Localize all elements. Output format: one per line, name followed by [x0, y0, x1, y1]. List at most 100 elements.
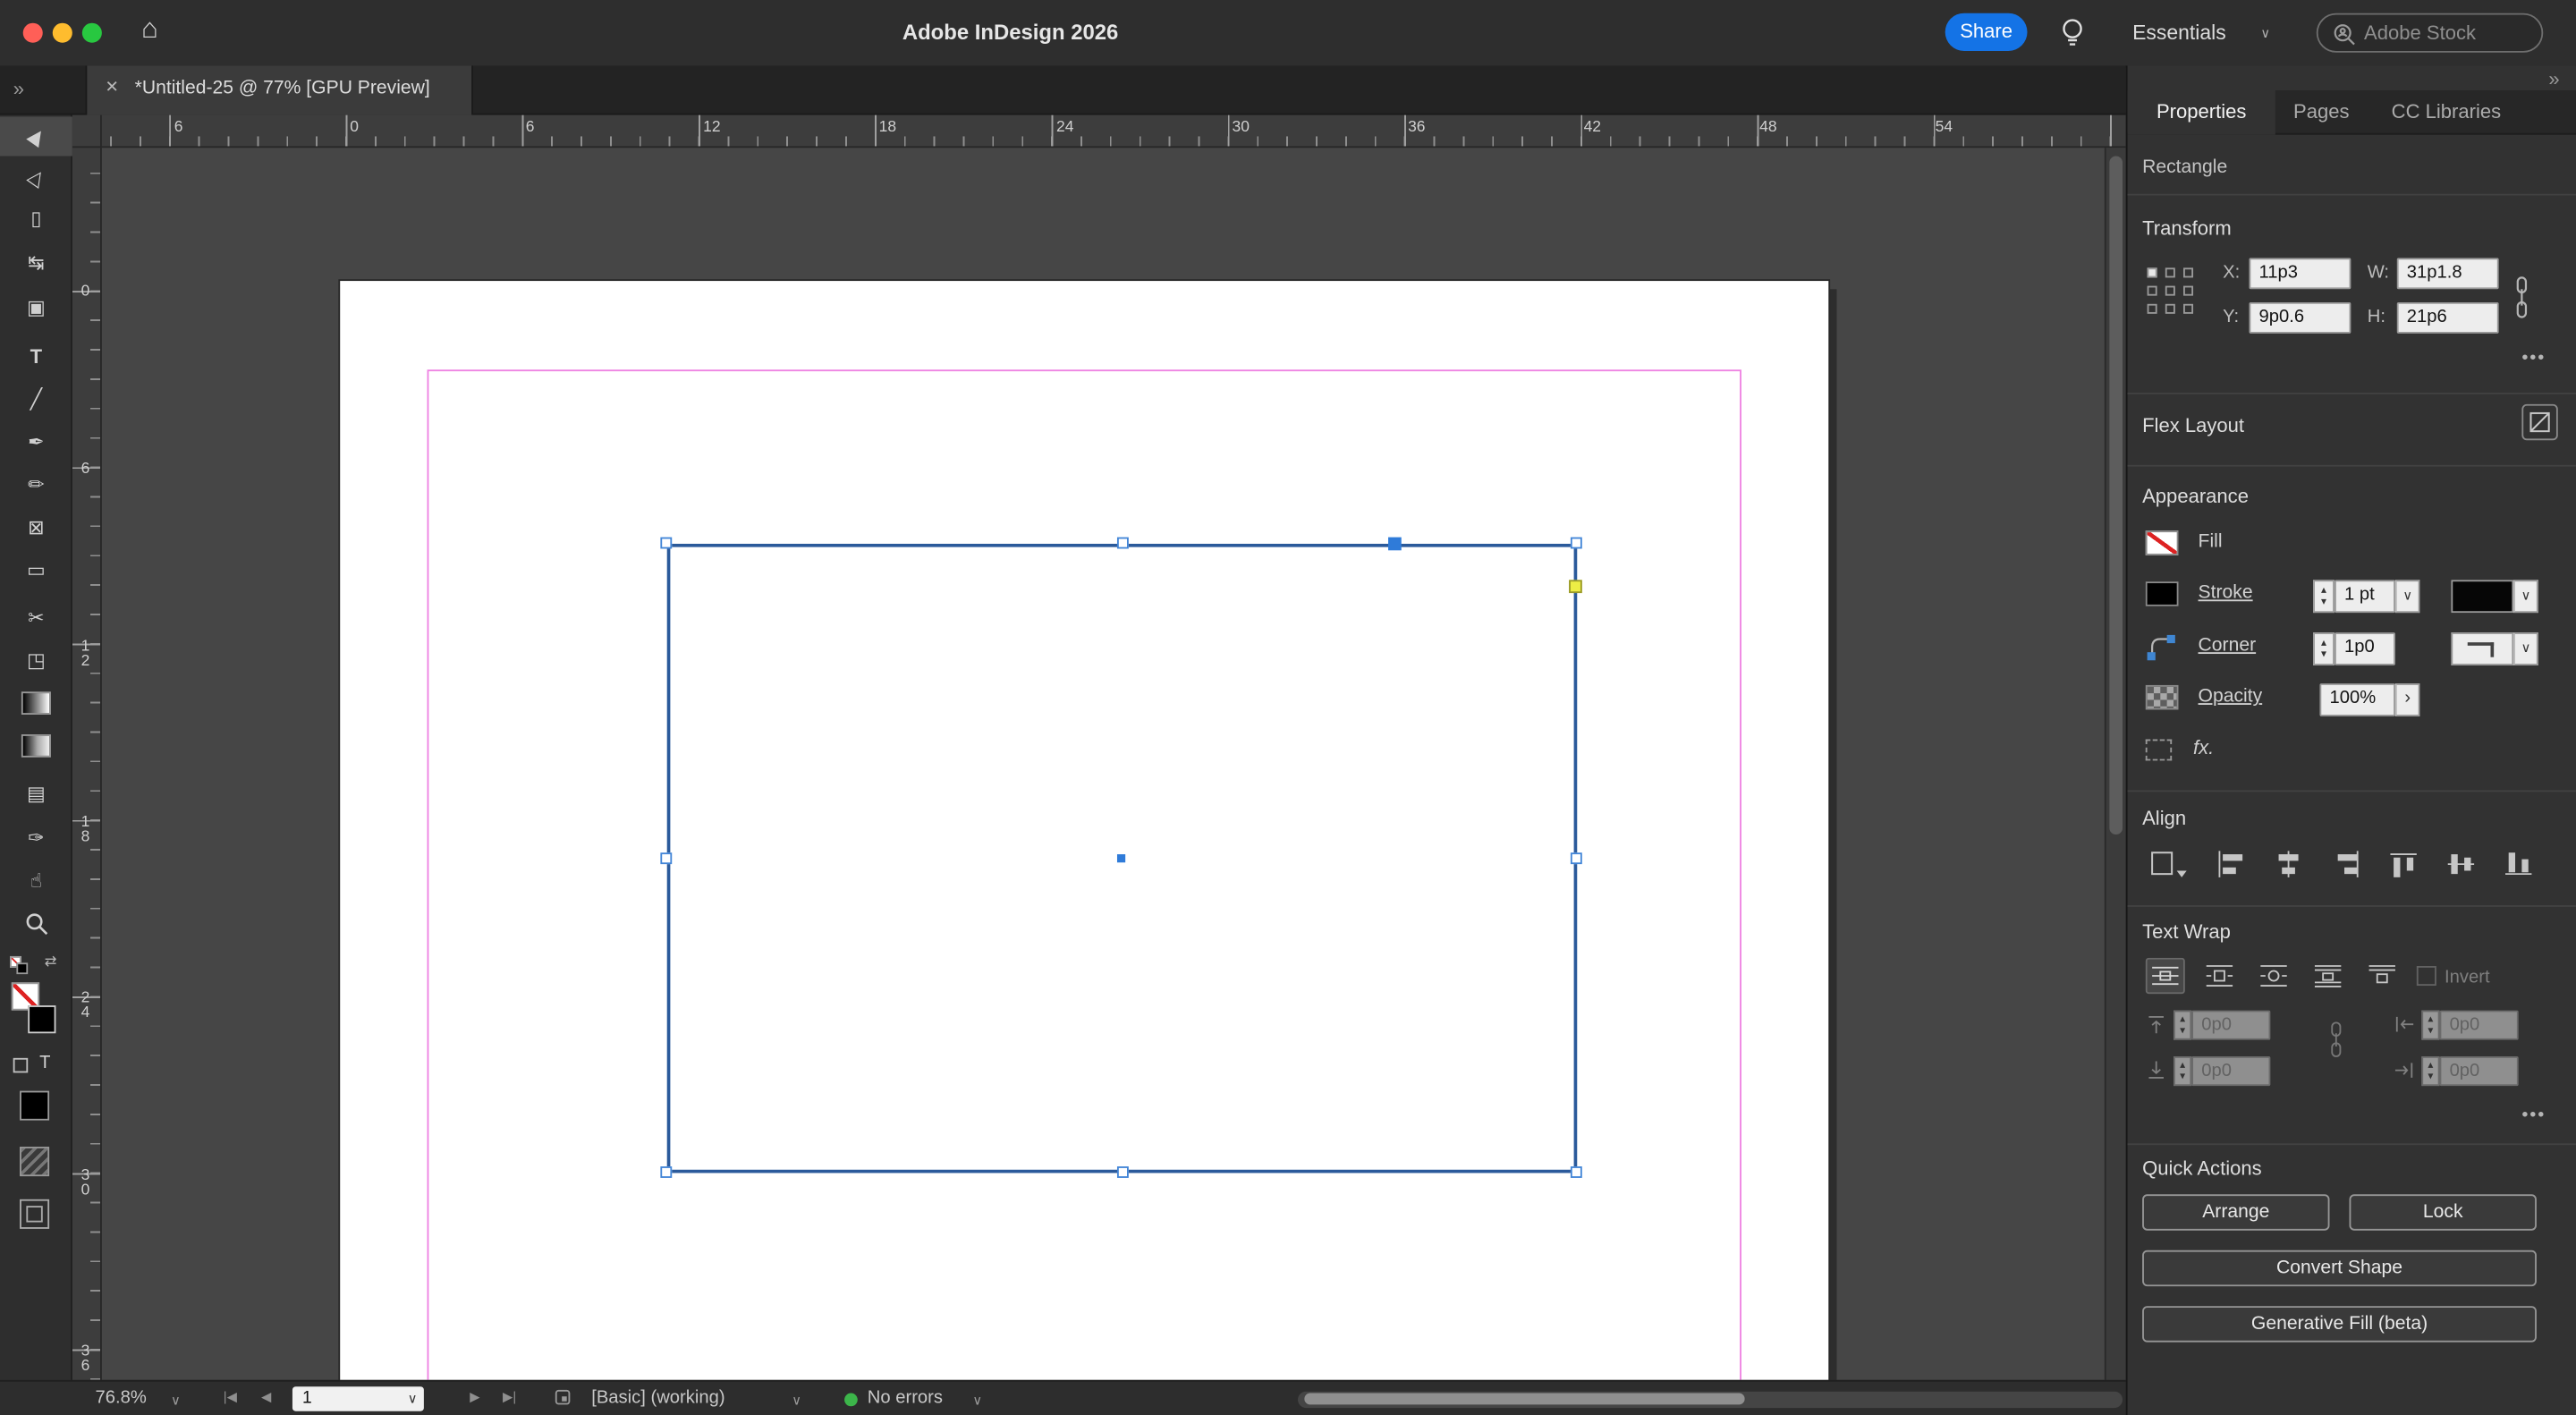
- formatting-affects-text-button[interactable]: T: [39, 1053, 50, 1072]
- x-field[interactable]: 11p3: [2249, 258, 2351, 290]
- tab-properties[interactable]: Properties: [2127, 90, 2275, 135]
- last-page-button[interactable]: ▶|: [503, 1390, 516, 1405]
- width-field[interactable]: 31p1.8: [2396, 258, 2499, 290]
- canvas-vertical-scrollbar[interactable]: [2104, 148, 2126, 1380]
- convert-shape-button[interactable]: Convert Shape: [2142, 1250, 2537, 1287]
- gradient-feather-tool[interactable]: [0, 726, 72, 766]
- wrap-jump-to-next-column-button[interactable]: [2362, 958, 2402, 994]
- gradient-tool[interactable]: [0, 683, 72, 723]
- opacity-link[interactable]: Opacity: [2199, 687, 2263, 707]
- zoom-level[interactable]: 76.8%: [96, 1388, 147, 1408]
- selection-handle-middle-right[interactable]: [1570, 852, 1582, 865]
- content-collector-tool[interactable]: ▣: [0, 287, 72, 326]
- selection-handle-top-center[interactable]: [1116, 537, 1129, 549]
- pencil-tool[interactable]: ✏: [0, 465, 72, 504]
- vertical-ruler[interactable]: 0 6 1 2 1 8 2 4 3 0 3 6: [72, 148, 102, 1380]
- selection-tool[interactable]: ▶: [0, 116, 72, 157]
- wrap-jump-object-button[interactable]: [2309, 958, 2348, 994]
- ruler-corner[interactable]: [72, 114, 102, 148]
- previous-page-button[interactable]: ◀: [261, 1390, 271, 1405]
- panel-collapse-icon[interactable]: »: [2548, 67, 2559, 90]
- zoom-chevron-icon[interactable]: ∨: [171, 1394, 181, 1409]
- zoom-tool[interactable]: [0, 903, 72, 943]
- align-vertical-center-button[interactable]: [2445, 850, 2478, 879]
- apply-color-button[interactable]: [20, 1090, 50, 1121]
- fill-label[interactable]: Fill: [2199, 532, 2223, 552]
- free-transform-tool[interactable]: ◳: [0, 640, 72, 680]
- left-dock-collapse-icon[interactable]: »: [13, 77, 24, 100]
- default-fill-stroke-icon[interactable]: [10, 955, 29, 975]
- stroke-link[interactable]: Stroke: [2199, 583, 2253, 603]
- bottom-offset-field[interactable]: 0p0: [2191, 1056, 2271, 1087]
- align-horizontal-center-button[interactable]: [2272, 850, 2305, 879]
- preflight-profile[interactable]: [Basic] (working): [591, 1388, 724, 1408]
- stroke-style-swatch[interactable]: [2451, 580, 2514, 614]
- tab-close-icon[interactable]: ✕: [106, 79, 119, 97]
- align-left-button[interactable]: [2215, 850, 2248, 879]
- left-offset-stepper[interactable]: ▴ ▾: [2421, 1010, 2440, 1040]
- preflight-chevron-icon[interactable]: ∨: [792, 1394, 801, 1409]
- frame-tool[interactable]: ⊠: [0, 508, 72, 547]
- stroke-weight-stepper[interactable]: ▴ ▾: [2313, 580, 2334, 614]
- selection-handle-top-left[interactable]: [660, 537, 673, 549]
- align-bottom-button[interactable]: [2502, 850, 2535, 879]
- pen-tool[interactable]: ✒: [0, 422, 72, 462]
- fill-none-swatch[interactable]: [2145, 530, 2179, 555]
- selection-handle-bottom-left[interactable]: [660, 1166, 673, 1178]
- apply-gradient-button[interactable]: [20, 1147, 50, 1177]
- rectangle-tool[interactable]: ▭: [0, 550, 72, 589]
- page-number-chevron-icon[interactable]: ∨: [408, 1391, 418, 1406]
- stroke-swatch[interactable]: [28, 1005, 56, 1034]
- generative-fill-button[interactable]: Generative Fill (beta): [2142, 1306, 2537, 1343]
- stroke-weight-chevron-icon[interactable]: ∨: [2394, 580, 2420, 614]
- bottom-offset-stepper[interactable]: ▴ ▾: [2173, 1056, 2192, 1087]
- type-tool[interactable]: T: [0, 337, 72, 377]
- right-offset-stepper[interactable]: ▴ ▾: [2421, 1056, 2440, 1087]
- wrap-none-button[interactable]: [2145, 957, 2185, 995]
- screen-mode-button[interactable]: [20, 1199, 50, 1229]
- align-top-button[interactable]: [2387, 850, 2420, 879]
- object-center-point[interactable]: [1116, 854, 1126, 863]
- corner-radius-field[interactable]: 1p0: [2334, 632, 2395, 665]
- arrange-button[interactable]: Arrange: [2142, 1194, 2330, 1231]
- constrain-proportions-link-icon[interactable]: [2512, 275, 2531, 320]
- corner-link[interactable]: Corner: [2199, 636, 2257, 656]
- canvas-horizontal-scrollbar[interactable]: [1298, 1390, 2123, 1408]
- transform-more-options[interactable]: •••: [2521, 348, 2546, 368]
- stroke-color-swatch[interactable]: [2145, 581, 2179, 606]
- learn-bulb-icon[interactable]: [2055, 15, 2090, 51]
- opacity-field[interactable]: 100%: [2319, 683, 2395, 716]
- page-number-field[interactable]: 1 ∨: [292, 1385, 424, 1411]
- text-wrap-more-options[interactable]: •••: [2521, 1106, 2546, 1125]
- corner-radius-stepper[interactable]: ▴ ▾: [2313, 632, 2334, 665]
- direct-selection-tool[interactable]: ▷: [0, 157, 72, 197]
- align-right-button[interactable]: [2329, 850, 2362, 879]
- swap-fill-stroke-icon[interactable]: ⇄: [45, 953, 57, 970]
- tab-cc-libraries[interactable]: CC Libraries: [2368, 90, 2525, 135]
- horizontal-scrollbar-thumb[interactable]: [1304, 1393, 1745, 1405]
- corner-style-swatch[interactable]: [2451, 632, 2514, 665]
- errors-chevron-icon[interactable]: ∨: [972, 1394, 982, 1409]
- wrap-bounding-box-button[interactable]: [2199, 958, 2239, 994]
- right-offset-field[interactable]: 0p0: [2439, 1056, 2519, 1087]
- hand-tool[interactable]: ☝: [0, 860, 72, 900]
- height-field[interactable]: 21p6: [2396, 301, 2499, 334]
- workspace-chevron-icon[interactable]: ∨: [2260, 26, 2270, 41]
- preflight-icon[interactable]: [555, 1389, 571, 1405]
- wrap-object-shape-button[interactable]: [2254, 958, 2293, 994]
- opacity-expander-icon[interactable]: ›: [2394, 683, 2420, 716]
- note-tool[interactable]: ▤: [0, 774, 72, 813]
- horizontal-ruler[interactable]: 6 0 6 12 18 24 30 36 42 48 54: [101, 114, 2126, 148]
- left-offset-field[interactable]: 0p0: [2439, 1010, 2519, 1040]
- y-field[interactable]: 9p0.6: [2249, 301, 2351, 334]
- selection-handle-middle-left[interactable]: [660, 852, 673, 865]
- gap-tool[interactable]: ↹: [0, 243, 72, 283]
- selection-handle-bottom-center[interactable]: [1116, 1166, 1129, 1178]
- next-page-button[interactable]: ▶: [470, 1390, 479, 1405]
- corner-style-chevron-icon[interactable]: ∨: [2513, 632, 2538, 665]
- top-offset-stepper[interactable]: ▴ ▾: [2173, 1010, 2192, 1040]
- tab-pages[interactable]: Pages: [2275, 90, 2368, 135]
- flex-layout-button[interactable]: [2521, 403, 2558, 441]
- selection-handle-top-right[interactable]: [1570, 537, 1582, 549]
- top-offset-field[interactable]: 0p0: [2191, 1010, 2271, 1040]
